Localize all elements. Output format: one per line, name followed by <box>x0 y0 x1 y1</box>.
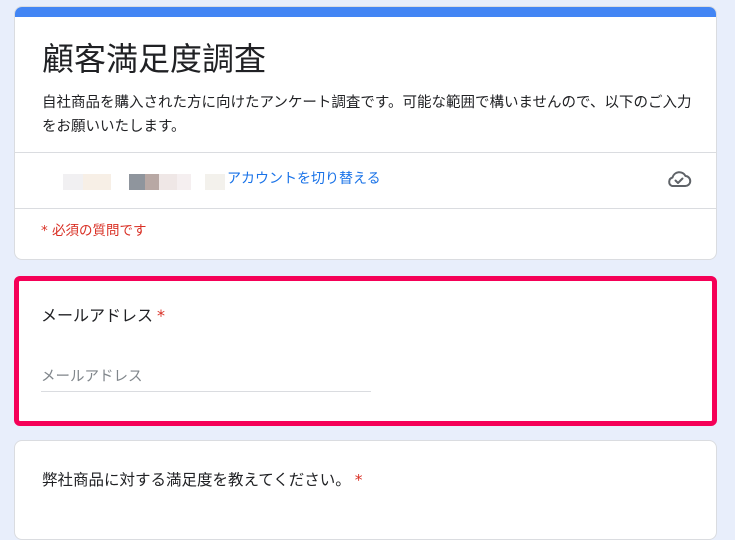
question-title: 弊社商品に対する満足度を教えてください。 <box>42 471 351 489</box>
account-row: アカウントを切り替える <box>15 153 716 208</box>
cloud-saved-icon[interactable] <box>666 168 692 190</box>
required-asterisk: * <box>354 471 363 489</box>
header-accent-bar <box>15 7 716 17</box>
redacted-account-name <box>129 174 225 190</box>
question-label-email: メールアドレス * <box>41 304 165 328</box>
required-note: * 必須の質問です <box>41 223 147 239</box>
redacted-account-email <box>63 174 111 190</box>
question-card-email: メールアドレス * <box>14 276 717 426</box>
question-card-satisfaction: 弊社商品に対する満足度を教えてください。 * <box>14 440 717 540</box>
question-title: メールアドレス <box>41 306 154 325</box>
switch-account-link[interactable]: アカウントを切り替える <box>227 168 381 190</box>
form-title: 顧客満足度調査 <box>42 40 267 78</box>
email-input[interactable] <box>41 363 371 392</box>
divider <box>15 208 716 209</box>
required-asterisk: * <box>157 306 166 325</box>
form-header-card: 顧客満足度調査 自社商品を購入された方に向けたアンケート調査です。可能な範囲で構… <box>14 6 717 260</box>
question-label-satisfaction: 弊社商品に対する満足度を教えてください。 * <box>42 468 363 492</box>
form-description: 自社商品を購入された方に向けたアンケート調査です。可能な範囲で構いませんので、以… <box>42 95 692 135</box>
